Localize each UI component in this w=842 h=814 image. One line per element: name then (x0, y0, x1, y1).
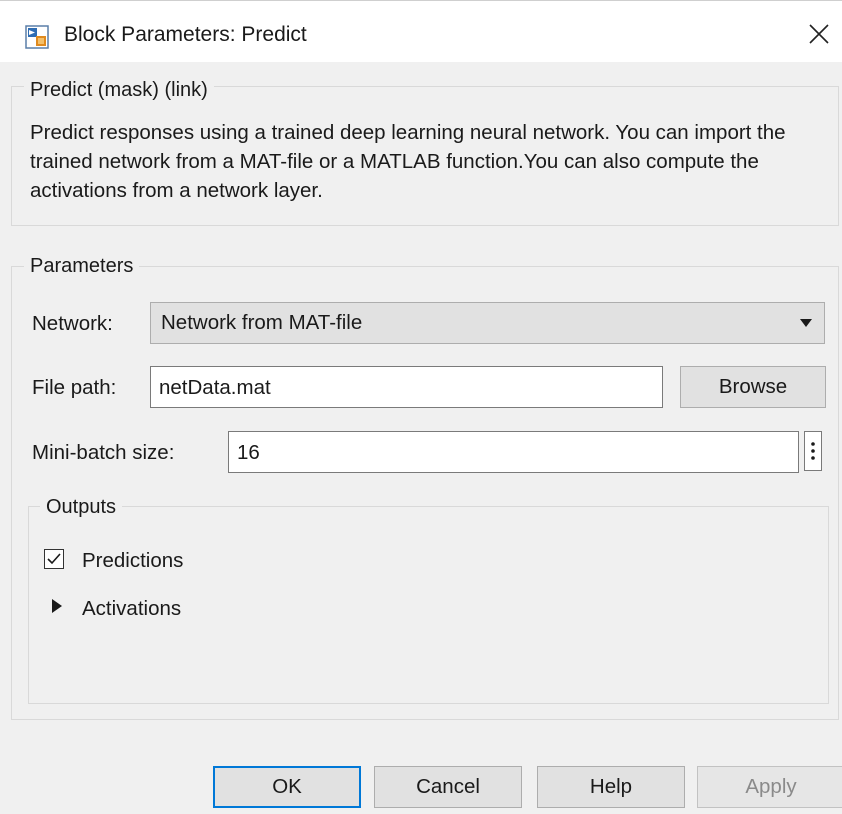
apply-button-label: Apply (745, 775, 797, 798)
outputs-group-legend: Outputs (40, 495, 123, 519)
predictions-label[interactable]: Predictions (82, 549, 183, 573)
network-dropdown[interactable]: Network from MAT-file (150, 302, 825, 344)
close-icon[interactable] (808, 23, 830, 45)
title-bar: Block Parameters: Predict (0, 0, 842, 62)
more-options-button[interactable] (804, 431, 822, 471)
description-group-legend: Predict (mask) (link) (24, 78, 214, 102)
network-label: Network: (32, 312, 113, 335)
ok-button-label: OK (272, 775, 302, 798)
activations-label[interactable]: Activations (82, 597, 181, 621)
window-title: Block Parameters: Predict (64, 23, 307, 46)
file-path-label: File path: (32, 376, 117, 399)
minibatch-input[interactable]: 16 (228, 431, 799, 473)
cancel-button-label: Cancel (416, 775, 480, 798)
browse-button[interactable]: Browse (680, 366, 826, 408)
checkmark-icon (47, 553, 61, 565)
minibatch-value: 16 (237, 441, 260, 464)
more-vertical-icon (811, 442, 815, 460)
predictions-checkbox[interactable] (44, 549, 64, 569)
file-path-input[interactable]: netData.mat (150, 366, 663, 408)
minibatch-label: Mini-batch size: (32, 441, 175, 464)
help-button[interactable]: Help (537, 766, 685, 808)
simulink-block-icon (25, 25, 49, 49)
parameters-group-legend: Parameters (24, 254, 140, 278)
cancel-button[interactable]: Cancel (374, 766, 522, 808)
expand-arrow-icon[interactable] (52, 599, 62, 613)
chevron-down-icon (800, 319, 812, 327)
file-path-value: netData.mat (159, 376, 271, 399)
browse-button-label: Browse (718, 375, 788, 398)
apply-button: Apply (697, 766, 842, 808)
help-button-label: Help (589, 775, 633, 798)
network-dropdown-value: Network from MAT-file (161, 311, 363, 334)
block-description: Predict responses using a trained deep l… (30, 121, 786, 202)
ok-button[interactable]: OK (213, 766, 361, 808)
